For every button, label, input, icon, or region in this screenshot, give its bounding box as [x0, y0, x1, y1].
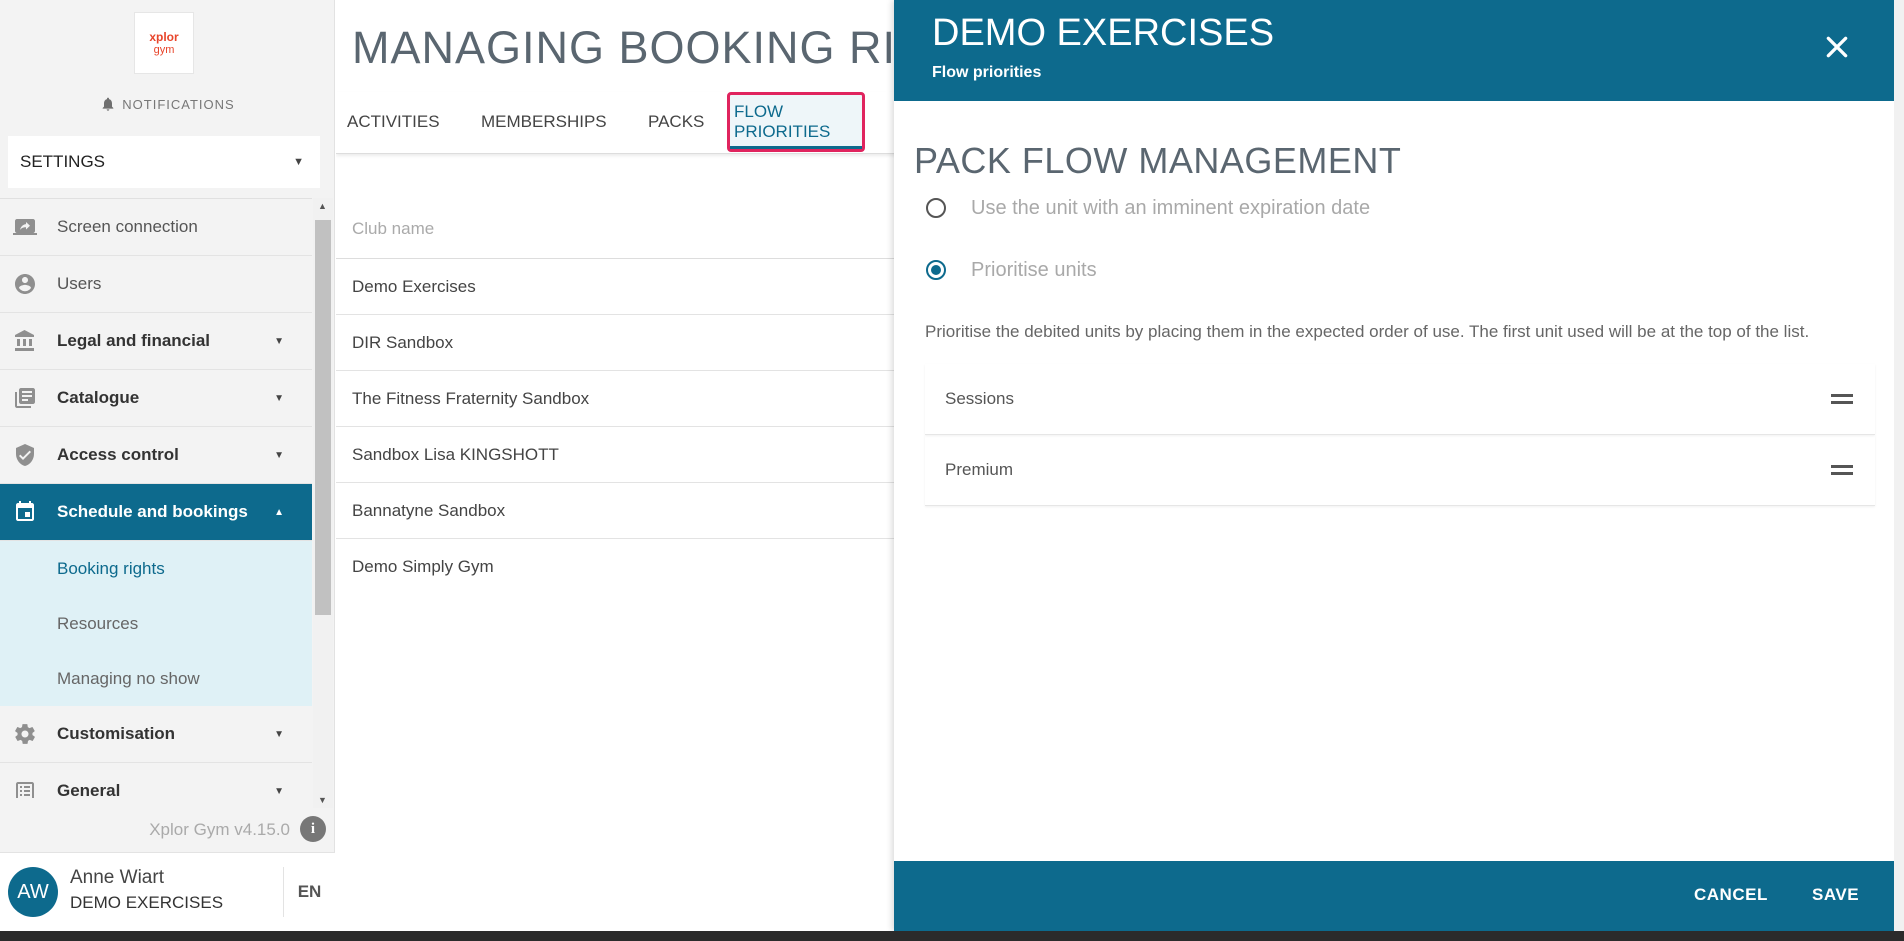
sidebar-item-users[interactable]: Users — [0, 256, 312, 313]
tab-memberships[interactable]: MEMBERSHIPS — [481, 92, 607, 152]
notifications-link[interactable]: NOTIFICATIONS — [0, 94, 335, 114]
bell-icon — [102, 97, 114, 111]
table-row[interactable]: The Fitness Fraternity Sandbox — [336, 371, 894, 427]
settings-menu: Screen connection Users Legal and financ… — [0, 198, 312, 798]
scroll-down-icon[interactable]: ▼ — [318, 795, 327, 805]
sidebar-item-schedule-and-bookings[interactable]: Schedule and bookings ▲ — [0, 484, 312, 541]
screen-connection-icon — [12, 214, 38, 240]
settings-select[interactable]: SETTINGS ▼ — [8, 136, 320, 188]
main-content: MANAGING BOOKING RIGHTS ACTIVITIES MEMBE… — [336, 0, 894, 931]
user-club: DEMO EXERCISES — [70, 893, 224, 912]
panel-subtitle: Flow priorities — [932, 64, 1042, 81]
sidebar-item-label: Access control — [57, 445, 179, 464]
sidebar-item-catalogue[interactable]: Catalogue ▼ — [0, 370, 312, 427]
logo-text-xplor: xplor — [149, 29, 179, 44]
club-name-column-header: Club name — [352, 219, 435, 238]
sidebar-item-label: Customisation — [57, 724, 176, 743]
settings-select-value: SETTINGS — [20, 152, 106, 171]
sidebar-scrollbar[interactable]: ▲ ▼ — [313, 198, 333, 808]
shield-icon — [12, 442, 38, 468]
drag-handle-icon[interactable] — [1831, 394, 1853, 404]
caret-down-icon: ▼ — [274, 392, 284, 404]
panel-footer: CANCEL SAVE — [894, 861, 1894, 931]
flow-priorities-panel: DEMO EXERCISES Flow priorities PACK FLOW… — [894, 0, 1894, 931]
tab-flow-priorities[interactable]: FLOW PRIORITIES — [727, 92, 865, 152]
sidebar-subitem-managing-no-show[interactable]: Managing no show — [0, 651, 312, 706]
panel-header: DEMO EXERCISES Flow priorities — [894, 0, 1894, 101]
drag-handle-icon[interactable] — [1831, 465, 1853, 475]
user-icon — [12, 271, 38, 297]
sidebar-item-screen-connection[interactable]: Screen connection — [0, 199, 312, 256]
caret-down-icon: ▼ — [274, 785, 284, 797]
cancel-button[interactable]: CANCEL — [1694, 885, 1768, 905]
xplor-gym-logo[interactable]: xplor gym — [134, 12, 194, 74]
option-prioritise-units[interactable]: Prioritise units — [926, 255, 1097, 285]
sidebar-item-label: Users — [57, 274, 102, 293]
logo-text-gym: gym — [153, 43, 175, 56]
unit-label: Premium — [945, 460, 1014, 479]
bank-icon — [12, 328, 38, 354]
page-title: MANAGING BOOKING RIGHTS — [352, 22, 894, 73]
table-row[interactable]: Bannatyne Sandbox — [336, 483, 894, 539]
table-row[interactable]: DIR Sandbox — [336, 315, 894, 371]
club-list: Demo Exercises DIR Sandbox The Fitness F… — [336, 258, 894, 595]
tab-packs[interactable]: PACKS — [648, 92, 704, 152]
section-title: PACK FLOW MANAGEMENT — [914, 140, 1402, 181]
schedule-submenu: Booking rights Resources Managing no sho… — [0, 541, 312, 706]
page-scrollbar[interactable] — [1894, 0, 1904, 931]
tab-activities[interactable]: ACTIVITIES — [347, 92, 440, 152]
unit-priority-list: Sessions Premium — [925, 364, 1875, 506]
table-row[interactable]: Sandbox Lisa KINGSHOTT — [336, 427, 894, 483]
caret-down-icon: ▼ — [293, 156, 304, 168]
gear-icon — [12, 721, 38, 747]
sidebar-item-legal-and-financial[interactable]: Legal and financial ▼ — [0, 313, 312, 370]
scrollbar-thumb[interactable] — [315, 220, 331, 615]
sidebar-item-label: Legal and financial — [57, 331, 211, 350]
sidebar-item-customisation[interactable]: Customisation ▼ — [0, 706, 312, 763]
unit-label: Sessions — [945, 389, 1014, 408]
help-text: Prioritise the debited units by placing … — [925, 322, 1810, 341]
scroll-up-icon[interactable]: ▲ — [318, 201, 327, 211]
sidebar: xplor gym NOTIFICATIONS SETTINGS ▼ Scree… — [0, 0, 335, 931]
sidebar-item-label: Catalogue — [57, 388, 140, 407]
save-button[interactable]: SAVE — [1812, 885, 1859, 905]
radio-label: Prioritise units — [971, 258, 1097, 281]
user-name: Anne Wiart — [70, 867, 164, 888]
caret-down-icon: ▼ — [274, 335, 284, 347]
language-selector[interactable]: EN — [283, 867, 335, 917]
list-icon — [12, 778, 38, 798]
sidebar-subitem-resources[interactable]: Resources — [0, 596, 312, 651]
sidebar-item-label: General — [57, 781, 121, 798]
close-icon — [1826, 36, 1848, 58]
table-row[interactable]: Demo Exercises — [336, 259, 894, 315]
calendar-icon — [12, 499, 38, 525]
radio-label: Use the unit with an imminent expiration… — [971, 196, 1371, 219]
sidebar-item-label: Schedule and bookings — [57, 502, 248, 521]
catalogue-icon — [12, 385, 38, 411]
os-taskbar — [0, 931, 1904, 941]
app-version: Xplor Gym v4.15.0 — [149, 820, 290, 839]
caret-down-icon: ▼ — [274, 449, 284, 461]
tab-bar: ACTIVITIES MEMBERSHIPS PACKS FLOW PRIORI… — [336, 92, 894, 154]
close-button[interactable] — [1824, 34, 1850, 60]
list-item[interactable]: Sessions — [925, 364, 1875, 435]
list-item[interactable]: Premium — [925, 435, 1875, 506]
user-bar: AW Anne Wiart DEMO EXERCISES EN — [0, 852, 335, 931]
sidebar-subitem-booking-rights[interactable]: Booking rights — [0, 541, 312, 596]
info-icon[interactable]: i — [300, 816, 326, 842]
sidebar-item-access-control[interactable]: Access control ▼ — [0, 427, 312, 484]
panel-title: DEMO EXERCISES — [932, 12, 1275, 54]
notifications-label: NOTIFICATIONS — [122, 96, 235, 112]
radio-button[interactable] — [926, 198, 946, 218]
avatar[interactable]: AW — [8, 867, 58, 917]
sidebar-item-general[interactable]: General ▼ — [0, 763, 312, 798]
sidebar-item-label: Screen connection — [57, 217, 198, 236]
caret-down-icon: ▼ — [274, 728, 284, 740]
radio-button-checked[interactable] — [926, 260, 946, 280]
table-row[interactable]: Demo Simply Gym — [336, 539, 894, 595]
option-imminent-expiration[interactable]: Use the unit with an imminent expiration… — [926, 193, 1370, 223]
caret-up-icon: ▲ — [274, 506, 284, 518]
